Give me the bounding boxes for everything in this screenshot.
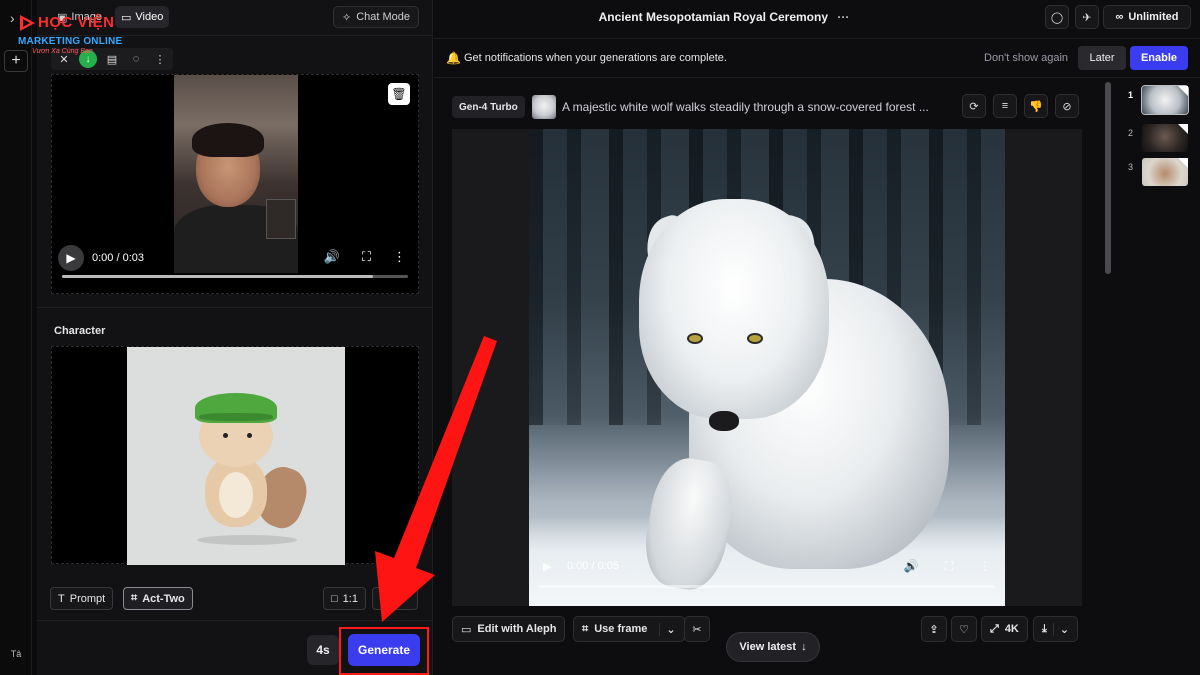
magic-tool-button[interactable]: ✂ [684,616,710,642]
more-vertical-icon[interactable]: ⋮ [979,559,991,574]
generate-row: 4s Generate [37,620,433,675]
left-panel: ▣ Image ▭ Video ✧ Chat Mode ✕ ↓ ▤ ◌ ⋮ 🗑 … [37,0,433,675]
notification-banner: 🔔 Get notifications when your generation… [434,38,1200,78]
video-time: 0:00 / 0:03 [92,252,144,264]
generate-button[interactable]: Generate [348,634,420,666]
driving-video-player[interactable]: 🗑 ▶ 0:00 / 0:03 🔊 ⛶ ⋮ [51,74,419,294]
share-icon: ⇪ [929,623,939,636]
act-two-mode-button[interactable]: ⌗ Act-Two [123,587,193,610]
chat-bubble-icon[interactable]: ◯ [1045,5,1069,29]
session-title[interactable]: Ancient Mesopotamian Royal Ceremony ··· [434,10,1014,24]
video-icon: ▭ [461,623,472,636]
thumbnail-item[interactable]: 3 [1124,158,1194,188]
output-video-time: 0:00 / 0:05 [567,560,619,572]
more-vertical-icon[interactable]: ⋮ [151,50,169,68]
trash-icon[interactable]: 🗑 [388,83,410,105]
megaphone-icon[interactable]: ✈ [1075,5,1099,29]
heart-icon: ♡ [959,623,969,636]
chat-mode-button[interactable]: ✧ Chat Mode [332,6,419,28]
square-icon: □ [331,592,338,605]
main-area: Ancient Mesopotamian Royal Ceremony ··· … [434,0,1200,675]
duration-button[interactable]: 4s [307,635,339,665]
brand-logo: HỌC VIỆN MARKETING ONLINE Vươn Xa Cùng B… [18,14,123,55]
prompt-mode-button[interactable]: T Prompt [50,587,114,610]
infinity-icon: ∞ [1115,11,1124,23]
play-icon[interactable]: ▶ [543,560,551,573]
more-horizontal-icon[interactable]: ··· [837,10,849,24]
arrow-down-icon: ↓ [801,641,807,653]
text-icon: T [58,592,65,605]
lightbulb-icon[interactable]: ◌ [127,50,145,68]
chevron-down-icon[interactable]: ⌄ [659,622,676,636]
top-bar: Ancient Mesopotamian Royal Ceremony ··· … [434,0,1200,36]
chevron-right-icon[interactable]: › [10,10,15,26]
model-badge: Gen-4 Turbo [452,96,525,118]
play-button[interactable]: ▶ [58,245,84,271]
use-frame-button[interactable]: ⌗ Use frame ⌄ [573,616,685,642]
character-dropzone[interactable] [51,346,419,565]
align-text-icon[interactable]: ≡ [993,94,1017,118]
sparkle-icon: ✧ [341,11,352,24]
upscale-icon: ⤢ [990,622,999,635]
refresh-icon[interactable]: ⟳ [962,94,986,118]
output-video-stage: ▶ 0:00 / 0:05 🔊 ⛶ ⋮ [452,129,1082,606]
scrollbar[interactable] [1105,82,1111,274]
fullscreen-icon[interactable]: ⛶ [362,249,371,265]
output-video-player[interactable]: ▶ 0:00 / 0:05 🔊 ⛶ ⋮ [529,129,1005,606]
unlimited-plan-button[interactable]: ∞ Unlimited [1103,5,1191,29]
upscale-4k-button[interactable]: ⤢ 4K [981,616,1028,642]
enable-button[interactable]: Enable [1130,46,1188,70]
chevron-down-icon[interactable]: ⌄ [1052,622,1069,636]
edit-with-aleph-button[interactable]: ▭ Edit with Aleph [452,616,566,642]
aspect-ratio-button[interactable]: □ 1:1 [323,587,366,610]
face-scan-icon: ⌗ [131,592,138,604]
download-button[interactable]: ⤓ ⌄ [1033,616,1079,642]
settings-button[interactable]: ⚙ [372,587,418,610]
frame-capture-icon: ⌗ [582,622,589,635]
thumbs-down-icon[interactable]: 👎 [1024,94,1048,118]
output-video-controls: ▶ 0:00 / 0:05 🔊 ⛶ ⋮ [529,553,1005,583]
output-progress-bar[interactable] [539,585,995,588]
character-image [127,347,345,565]
thumbnail-item[interactable]: 2 [1124,124,1194,154]
thumbnail-item[interactable]: 1 [1124,85,1194,116]
play-logo-icon [20,15,35,31]
bell-icon: 🔔 [446,51,461,65]
magic-wand-icon: ✂ [692,623,702,636]
share-button[interactable]: ⇪ [921,616,947,642]
left-rail: › + Tâ [0,0,32,675]
generation-prompt[interactable]: A majestic white wolf walks steadily thr… [562,100,958,114]
video-controls: ▶ 0:00 / 0:03 🔊 ⛶ ⋮ [58,243,414,273]
more-vertical-icon[interactable]: ⋮ [393,249,406,265]
volume-icon[interactable]: 🔊 [324,249,340,265]
character-label: Character [54,325,106,337]
user-avatar[interactable]: Tâ [6,645,26,663]
favorite-button[interactable]: ♡ [951,616,977,642]
prompt-thumbnail[interactable] [532,95,556,119]
fullscreen-icon[interactable]: ⛶ [945,559,953,574]
eye-off-icon[interactable]: ⊘ [1055,94,1079,118]
dont-show-again-link[interactable]: Don't show again [984,52,1068,64]
generation-header: Gen-4 Turbo A majestic white wolf walks … [452,94,1082,122]
generation-options: T Prompt ⌗ Act-Two □ 1:1 ⚙ [50,587,420,611]
sliders-icon: ⚙ [380,593,390,605]
view-latest-button[interactable]: View latest ↓ [726,632,820,662]
volume-icon[interactable]: 🔊 [904,559,919,574]
later-button[interactable]: Later [1078,46,1126,70]
video-progress-bar[interactable] [62,275,408,278]
download-icon: ⤓ [1042,622,1047,635]
